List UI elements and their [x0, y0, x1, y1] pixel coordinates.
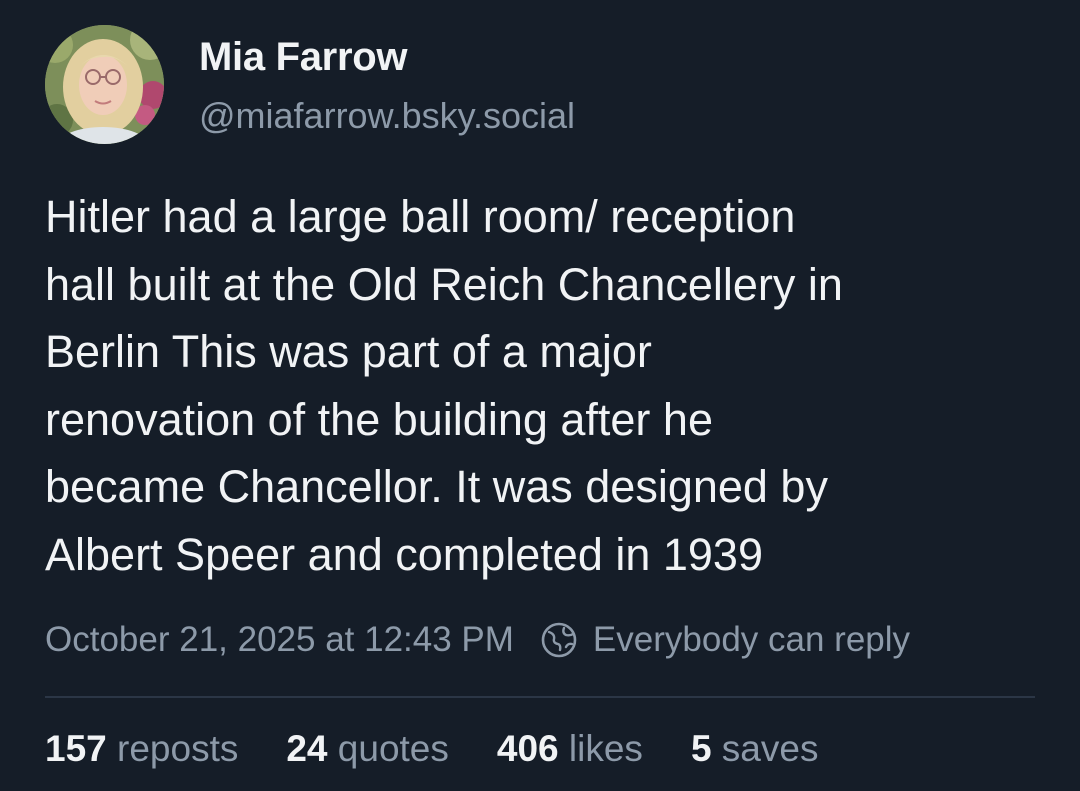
reposts-label: reposts [117, 728, 239, 769]
post-timestamp[interactable]: October 21, 2025 at 12:43 PM [45, 620, 514, 660]
quotes-label: quotes [337, 728, 449, 769]
reply-setting[interactable]: Everybody can reply [593, 620, 910, 660]
globe-icon [539, 620, 579, 660]
author-avatar[interactable] [45, 25, 164, 144]
saves-stat[interactable]: 5 saves [691, 728, 819, 770]
likes-count: 406 [496, 728, 559, 769]
reposts-count: 157 [45, 728, 107, 769]
likes-label: likes [568, 728, 643, 769]
avatar-photo [45, 25, 164, 144]
quotes-stat[interactable]: 24 quotes [286, 728, 449, 770]
saves-count: 5 [690, 728, 712, 769]
quotes-count: 24 [286, 728, 328, 769]
engagement-stats: 157 reposts 24 quotes 406 likes 5 saves [45, 728, 866, 770]
saves-label: saves [721, 728, 819, 769]
author-handle[interactable]: @miafarrow.bsky.social [199, 95, 575, 137]
post-thread-item: Mia Farrow @miafarrow.bsky.social Hitler… [0, 0, 1080, 791]
reposts-stat[interactable]: 157 reposts [45, 728, 238, 770]
divider [45, 696, 1035, 698]
likes-stat[interactable]: 406 likes [497, 728, 643, 770]
post-meta-row: October 21, 2025 at 12:43 PM Everybody c… [45, 617, 910, 663]
post-text: Hitler had a large ball room/ reception … [45, 191, 843, 580]
author-display-name[interactable]: Mia Farrow [199, 35, 407, 80]
